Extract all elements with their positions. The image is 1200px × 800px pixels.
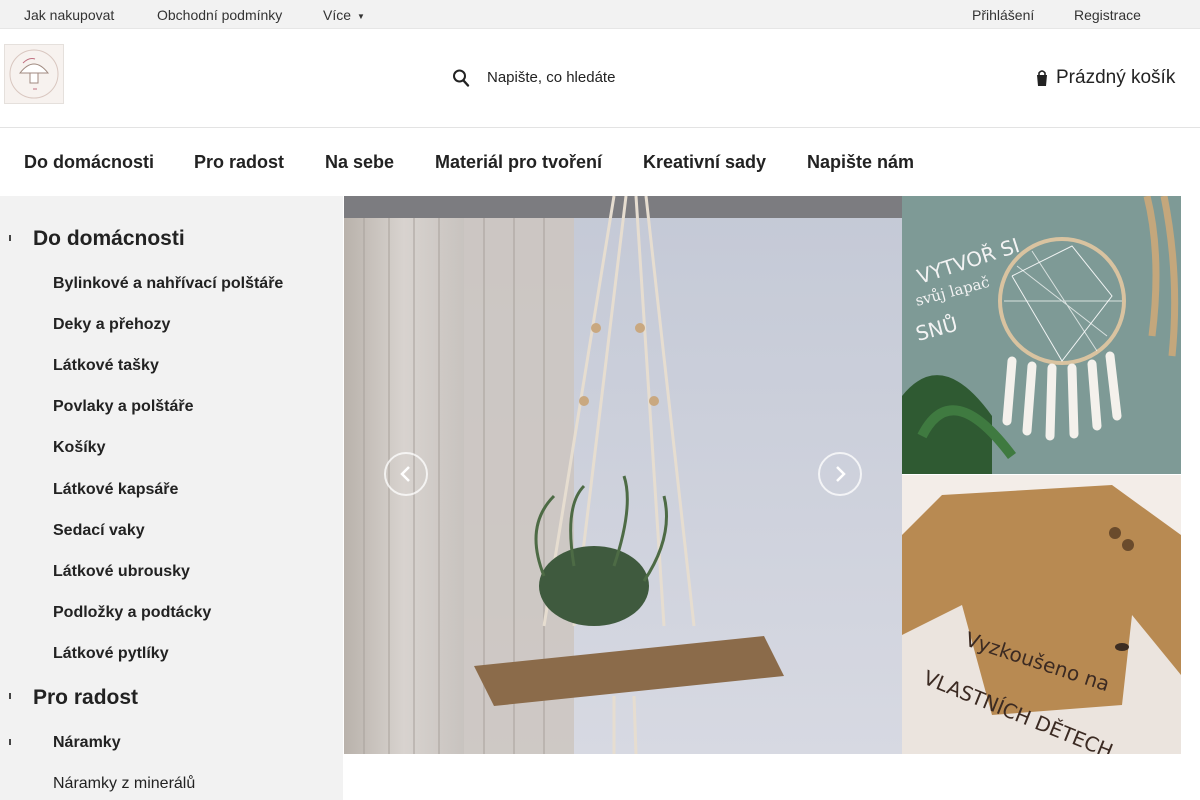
site-logo[interactable]	[4, 44, 64, 104]
nav-material[interactable]: Materiál pro tvoření	[435, 152, 602, 173]
sidebar-item[interactable]: Bylinkové a nahřívací polštáře	[53, 275, 283, 293]
nav-na-sebe[interactable]: Na sebe	[325, 152, 394, 173]
header-divider	[0, 127, 1200, 128]
carousel-prev-button[interactable]	[384, 452, 428, 496]
chevron-left-icon	[400, 466, 410, 482]
link-how-to-shop[interactable]: Jak nakupovat	[24, 7, 114, 23]
sidebar-item[interactable]: Podložky a podtácky	[53, 604, 211, 622]
promo-image-dreamcatcher: VYTVOŘ SI svůj lapač SNŮ	[902, 196, 1181, 474]
search-placeholder: Napište, co hledáte	[487, 69, 616, 86]
collapse-toggle-icon[interactable]	[6, 737, 14, 747]
sidebar-item[interactable]: Povlaky a polštáře	[53, 398, 194, 416]
sidebar-item[interactable]: Látkové tašky	[53, 357, 159, 375]
cart-label: Prázdný košík	[1056, 67, 1176, 88]
sidebar-item[interactable]: Látkové kapsáře	[53, 481, 178, 499]
sidebar-item[interactable]: Sedací vaky	[53, 522, 145, 540]
promo-dreamcatcher[interactable]: VYTVOŘ SI svůj lapač SNŮ	[902, 196, 1181, 474]
top-utility-bar: Jak nakupovat Obchodní podmínky Více ▼ Př…	[0, 0, 1200, 29]
promo-image-sweater: Vyzkoušeno na VLASTNÍCH DĚTECH	[902, 475, 1181, 754]
hero-carousel[interactable]	[344, 196, 902, 754]
sidebar-item-naramky-z-mineralu[interactable]: Náramky z minerálů	[53, 775, 195, 793]
login-link[interactable]: Přihlášení	[972, 7, 1034, 23]
more-menu-label: Více	[323, 7, 352, 23]
sidebar-item[interactable]: Látkové pytlíky	[53, 645, 169, 663]
category-sidebar: Do domácnosti Bylinkové a nahřívací polš…	[0, 196, 343, 800]
search-icon	[453, 69, 470, 87]
cart-icon	[1037, 70, 1047, 86]
nav-kreativni-sady[interactable]: Kreativní sady	[643, 152, 766, 173]
chevron-down-icon: ▼	[357, 12, 365, 21]
register-link[interactable]: Registrace	[1074, 7, 1141, 23]
sidebar-item-naramky[interactable]: Náramky	[53, 734, 121, 752]
collapse-toggle-icon[interactable]	[6, 691, 14, 701]
nav-pro-radost[interactable]: Pro radost	[194, 152, 284, 173]
main-navigation: Do domácnosti Pro radost Na sebe Materiá…	[0, 148, 1200, 178]
sidebar-item[interactable]: Košíky	[53, 439, 105, 457]
chevron-right-icon	[836, 466, 846, 482]
link-terms[interactable]: Obchodní podmínky	[157, 7, 282, 23]
nav-napiste-nam[interactable]: Napište nám	[807, 152, 914, 173]
carousel-next-button[interactable]	[818, 452, 862, 496]
sidebar-item[interactable]: Látkové ubrousky	[53, 563, 190, 581]
nav-do-domacnosti[interactable]: Do domácnosti	[24, 152, 154, 173]
promo-knitted-sweater[interactable]: Vyzkoušeno na VLASTNÍCH DĚTECH	[902, 475, 1181, 754]
sidebar-item[interactable]: Deky a přehozy	[53, 316, 170, 334]
collapse-toggle-icon[interactable]	[6, 233, 14, 243]
more-menu[interactable]: Více ▼	[323, 7, 365, 23]
sidebar-category-pro-radost[interactable]: Pro radost	[33, 686, 138, 710]
sidebar-category-do-domacnosti[interactable]: Do domácnosti	[33, 227, 185, 251]
